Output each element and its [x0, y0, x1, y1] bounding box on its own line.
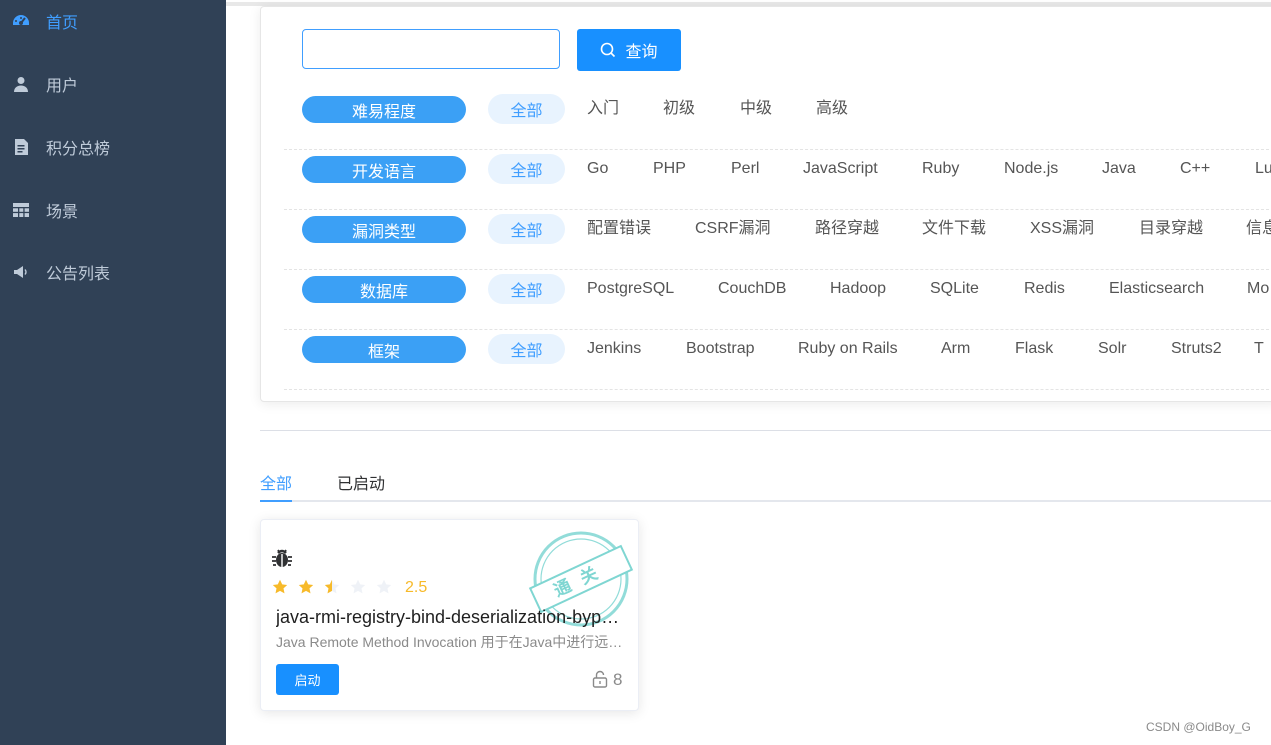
sidebar-item-label: 用户 — [46, 78, 79, 95]
star-empty-icon — [350, 579, 366, 594]
search-button-label: 查询 — [625, 44, 658, 61]
watermark: CSDN @OidBoy_G — [1146, 720, 1251, 734]
filter-option[interactable]: Elasticsearch — [1109, 275, 1204, 303]
star-empty-icon — [376, 579, 392, 594]
filter-option[interactable]: 文件下载 — [922, 215, 986, 243]
filter-option[interactable]: 配置错误 — [587, 215, 651, 243]
sidebar-item-users[interactable]: 用户 — [0, 59, 226, 109]
filter-option[interactable]: SQLite — [930, 275, 979, 303]
start-button[interactable]: 启动 — [276, 664, 339, 695]
sidebar-item-label: 场景 — [46, 204, 79, 221]
search-button[interactable]: 查询 — [577, 29, 681, 71]
sidebar-item-scenes[interactable]: 场景 — [0, 185, 226, 235]
filter-option[interactable]: 高级 — [816, 95, 848, 123]
filter-option[interactable]: 路径穿越 — [815, 215, 879, 243]
star-half-icon — [324, 579, 340, 594]
filter-option[interactable]: Solr — [1098, 335, 1126, 363]
filter-option[interactable]: Arm — [941, 335, 970, 363]
filter-option[interactable]: T — [1254, 335, 1264, 363]
scene-card[interactable]: 通关 2.5 java-rmi-registry-bind-deserializ… — [260, 519, 639, 711]
rating-value: 2.5 — [405, 579, 428, 596]
sidebar: 首页 用户 积分总榜 场景 公告列表 — [0, 0, 226, 745]
filter-label: 框架 — [302, 336, 466, 363]
document-icon — [12, 138, 30, 156]
filter-option[interactable]: XSS漏洞 — [1030, 215, 1094, 243]
megaphone-icon — [12, 263, 30, 281]
star-filled-icon — [298, 579, 314, 594]
dashboard-icon — [12, 12, 30, 30]
unlock-icon — [592, 670, 608, 688]
filter-option[interactable]: 入门 — [587, 95, 619, 123]
filter-row-vuln-type: 漏洞类型 全部 配置错误 CSRF漏洞 路径穿越 文件下载 XSS漏洞 目录穿越… — [284, 210, 1271, 270]
tab-active-indicator — [260, 500, 292, 502]
sidebar-item-label: 公告列表 — [46, 266, 111, 283]
filter-row-database: 数据库 全部 PostgreSQL CouchDB Hadoop SQLite … — [284, 270, 1271, 330]
filter-all-button[interactable]: 全部 — [488, 94, 565, 124]
sidebar-item-leaderboard[interactable]: 积分总榜 — [0, 122, 226, 172]
scene-description: Java Remote Method Invocation 用于在Java中进行… — [276, 634, 626, 650]
filter-label: 数据库 — [302, 276, 466, 303]
user-icon — [12, 75, 30, 93]
filter-option[interactable]: CSRF漏洞 — [695, 215, 771, 243]
filter-option[interactable]: 初级 — [663, 95, 695, 123]
tab-started[interactable]: 已启动 — [337, 470, 385, 494]
app-root: 首页 用户 积分总榜 场景 公告列表 查询 难易程度 全部 入门 初级 中级 高… — [0, 0, 1271, 745]
filter-all-button[interactable]: 全部 — [488, 334, 565, 364]
filter-label: 开发语言 — [302, 156, 466, 183]
search-icon — [601, 42, 616, 58]
star-filled-icon — [272, 579, 288, 594]
filter-option[interactable]: 中级 — [740, 95, 772, 123]
table-icon — [12, 201, 30, 219]
sidebar-item-announcements[interactable]: 公告列表 — [0, 247, 226, 297]
filter-option[interactable]: Redis — [1024, 275, 1065, 303]
filter-option[interactable]: Ruby — [922, 155, 959, 183]
filter-option[interactable]: PHP — [653, 155, 686, 183]
filter-option[interactable]: PostgreSQL — [587, 275, 674, 303]
filter-option[interactable]: Go — [587, 155, 608, 183]
filter-option[interactable]: C++ — [1180, 155, 1210, 183]
filter-all-button[interactable]: 全部 — [488, 154, 565, 184]
filter-option[interactable]: Lu — [1255, 155, 1271, 183]
filter-all-button[interactable]: 全部 — [488, 214, 565, 244]
filter-all-button[interactable]: 全部 — [488, 274, 565, 304]
filter-label: 难易程度 — [302, 96, 466, 123]
search-input[interactable] — [302, 29, 560, 69]
filter-option[interactable]: Hadoop — [830, 275, 886, 303]
sidebar-item-label: 积分总榜 — [46, 141, 111, 158]
filter-option[interactable]: Java — [1102, 155, 1136, 183]
filter-label: 漏洞类型 — [302, 216, 466, 243]
sidebar-item-label: 首页 — [46, 15, 79, 32]
tabs-baseline — [260, 500, 1271, 502]
filter-option[interactable]: 目录穿越 — [1139, 215, 1203, 243]
section-divider — [260, 430, 1271, 431]
scene-title: java-rmi-registry-bind-deserialization-b… — [276, 607, 624, 627]
filter-option[interactable]: Flask — [1015, 335, 1053, 363]
tab-all[interactable]: 全部 — [260, 470, 292, 494]
filter-option[interactable]: JavaScript — [803, 155, 878, 183]
solve-count: 8 — [613, 670, 623, 689]
filter-option[interactable]: Mo — [1247, 275, 1269, 303]
filter-row-framework: 框架 全部 Jenkins Bootstrap Ruby on Rails Ar… — [284, 330, 1271, 390]
filter-option[interactable]: Ruby on Rails — [798, 335, 898, 363]
filter-option[interactable]: Jenkins — [587, 335, 641, 363]
sidebar-item-home[interactable]: 首页 — [0, 0, 226, 46]
filter-option[interactable]: 信息 — [1246, 215, 1271, 243]
filter-option[interactable]: Node.js — [1004, 155, 1058, 183]
filter-option[interactable]: Perl — [731, 155, 759, 183]
filter-option[interactable]: Struts2 — [1171, 335, 1222, 363]
filter-row-language: 开发语言 全部 Go PHP Perl JavaScript Ruby Node… — [284, 150, 1271, 210]
filter-row-difficulty: 难易程度 全部 入门 初级 中级 高级 — [284, 90, 1271, 150]
filter-option[interactable]: CouchDB — [718, 275, 786, 303]
rating-stars — [272, 579, 402, 595]
filter-option[interactable]: Bootstrap — [686, 335, 754, 363]
bug-icon — [272, 549, 292, 567]
